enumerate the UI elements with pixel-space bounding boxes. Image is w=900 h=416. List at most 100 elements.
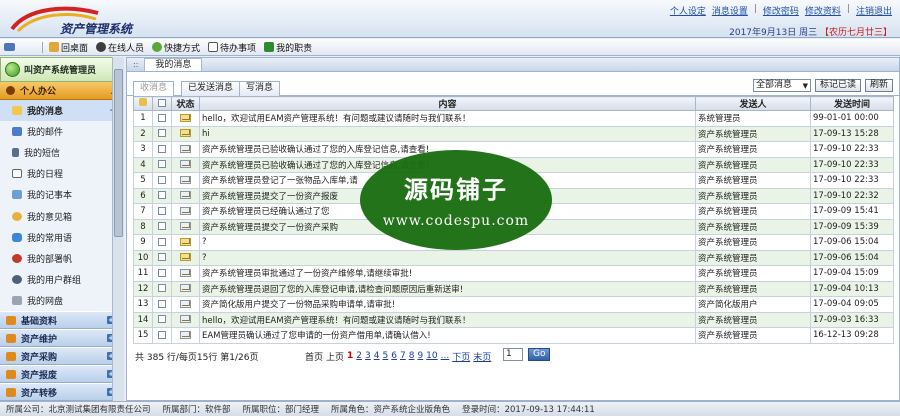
table-row[interactable]: 13 资产简化版用户提交了一份物品采购申请单,请审批! 资产简化版用户 17-09-0… bbox=[133, 296, 894, 313]
sidebar-item-my-notebook[interactable]: 我的记事本 bbox=[0, 184, 123, 205]
home-label: 回桌面 bbox=[61, 43, 89, 54]
page-link[interactable]: 1 bbox=[347, 351, 353, 361]
sidebar-item-my-feedback[interactable]: 我的意见箱 bbox=[0, 205, 123, 226]
page-link[interactable]: 9 bbox=[417, 351, 423, 361]
row-checkbox[interactable] bbox=[158, 299, 166, 308]
message-content[interactable]: hello，欢迎试用EAM资产管理系统！有问题或建议请随时与我们联系！ bbox=[199, 110, 696, 127]
toolbar-toggle[interactable] bbox=[0, 39, 40, 56]
row-checkbox[interactable] bbox=[158, 268, 166, 277]
message-content[interactable]: hi bbox=[199, 125, 696, 142]
last-page-link[interactable]: 末页 bbox=[473, 350, 491, 363]
row-checkbox[interactable] bbox=[158, 129, 166, 138]
sidebar-item-my-schedule[interactable]: 我的日程 bbox=[0, 163, 123, 184]
row-checkbox[interactable] bbox=[158, 284, 166, 293]
table-row[interactable]: 11 资产系统管理员审批通过了一份资产维修单,请继续审批! 资产系统管理员 17-09… bbox=[133, 265, 894, 282]
row-checkbox[interactable] bbox=[158, 144, 166, 153]
group-asset-purchase[interactable]: 资产采购 + bbox=[0, 347, 123, 365]
row-status-cell bbox=[171, 311, 200, 328]
page-link[interactable]: 3 bbox=[365, 351, 371, 361]
table-row[interactable]: 3 资产系统管理员已验收确认通过了您的入库登记信息,请查看! 资产系统管理员 17-0… bbox=[133, 141, 894, 158]
group-asset-transfer[interactable]: 资产转移 + bbox=[0, 383, 123, 401]
row-number: 10 bbox=[133, 249, 153, 266]
section-personal-office[interactable]: 个人办公 ▲ bbox=[0, 82, 123, 100]
page-link[interactable]: 4 bbox=[374, 351, 380, 361]
row-status-cell bbox=[171, 141, 200, 158]
tab-sent[interactable]: 已发送消息 bbox=[181, 81, 241, 96]
group-asset-scrap[interactable]: 资产报废 + bbox=[0, 365, 123, 383]
message-content[interactable]: ? bbox=[199, 249, 696, 266]
online-users-button[interactable]: 在线人员 bbox=[96, 41, 144, 54]
column-header-content[interactable]: 内容 bbox=[199, 96, 696, 111]
group-basic-data[interactable]: 基础资料 + bbox=[0, 311, 123, 329]
row-checkbox[interactable] bbox=[158, 206, 166, 215]
select-all-checkbox[interactable] bbox=[158, 99, 166, 107]
row-checkbox[interactable] bbox=[158, 160, 166, 169]
sidebar-item-my-messages[interactable]: 我的消息 bbox=[0, 100, 123, 122]
sidebar-item-my-deploy[interactable]: 我的部署帆 bbox=[0, 248, 123, 269]
page-link[interactable]: 7 bbox=[400, 351, 406, 361]
next-page-link[interactable]: 下页 bbox=[452, 350, 470, 363]
message-content[interactable]: 资产简化版用户提交了一份物品采购申请单,请审批! bbox=[199, 296, 696, 313]
row-number: 3 bbox=[133, 141, 153, 158]
column-header-status[interactable]: 状态 bbox=[171, 96, 200, 111]
logout-link[interactable]: 注销退出 bbox=[856, 4, 892, 17]
row-checkbox[interactable] bbox=[158, 315, 166, 324]
row-checkbox[interactable] bbox=[158, 191, 166, 200]
page-number-input[interactable]: 1 bbox=[503, 347, 523, 361]
mark-read-button[interactable]: 标记已读 bbox=[814, 79, 861, 92]
message-content[interactable]: 资产系统管理员审批通过了一份资产维修单,请继续审批! bbox=[199, 265, 696, 282]
message-content[interactable]: EAM管理员确认通过了您申请的一份资产借用单,请确认借入! bbox=[199, 327, 696, 344]
sidebar-item-my-user-groups[interactable]: 我的用户群组 bbox=[0, 269, 123, 290]
page-link[interactable]: 10 bbox=[426, 351, 437, 361]
sidebar-item-my-phrases[interactable]: 我的常用语 bbox=[0, 227, 123, 248]
sidebar-item-my-netdisk[interactable]: 我的网盘 bbox=[0, 290, 123, 311]
scrollbar-thumb[interactable] bbox=[114, 69, 123, 237]
my-duties-button[interactable]: 我的职责 bbox=[264, 41, 312, 54]
message-filter-select[interactable]: 全部消息 bbox=[752, 79, 811, 92]
page-link[interactable]: 6 bbox=[391, 351, 397, 361]
table-row[interactable]: 2 hi 资产系统管理员 17-09-13 15:28 bbox=[133, 125, 894, 142]
shortcuts-button[interactable]: 快捷方式 bbox=[152, 41, 200, 54]
sidebar-item-my-sms[interactable]: 我的短信 bbox=[0, 142, 123, 163]
todo-button[interactable]: 待办事项 bbox=[208, 41, 256, 54]
message-settings-link[interactable]: 消息设置 bbox=[712, 4, 748, 17]
page-link[interactable]: 2 bbox=[356, 351, 362, 361]
home-button[interactable]: 回桌面 bbox=[49, 41, 88, 54]
sidebar-item-my-mail[interactable]: 我的邮件 bbox=[0, 121, 123, 142]
message-sender: 资产系统管理员 bbox=[695, 327, 811, 344]
column-header-time[interactable]: 发送时间 bbox=[810, 96, 894, 111]
sidebar-scrollbar[interactable] bbox=[112, 57, 124, 401]
row-checkbox[interactable] bbox=[158, 237, 166, 246]
row-number: 11 bbox=[133, 265, 153, 282]
page-link[interactable]: 8 bbox=[409, 351, 415, 361]
first-page-link[interactable]: 首页 bbox=[305, 350, 323, 363]
tab-inbox[interactable]: 收消息 bbox=[133, 81, 175, 96]
column-header-sender[interactable]: 发送人 bbox=[695, 96, 811, 111]
row-checkbox[interactable] bbox=[158, 253, 166, 262]
page-link[interactable]: 5 bbox=[383, 351, 389, 361]
panel-title[interactable]: 我的消息 bbox=[144, 58, 203, 71]
personal-settings-link[interactable]: 个人设定 bbox=[670, 4, 706, 17]
tab-compose[interactable]: 写消息 bbox=[239, 81, 281, 96]
sort-column-header[interactable] bbox=[133, 96, 153, 111]
go-button[interactable]: Go bbox=[528, 347, 551, 361]
row-checkbox[interactable] bbox=[158, 175, 166, 184]
page-link[interactable]: ... bbox=[441, 351, 450, 361]
row-checkbox[interactable] bbox=[158, 113, 166, 122]
message-content[interactable]: hello，欢迎试用EAM资产管理系统！有问题或建议请随时与我们联系！ bbox=[199, 311, 696, 328]
table-row[interactable]: 15 EAM管理员确认通过了您申请的一份资产借用单,请确认借入! 资产系统管理员 16… bbox=[133, 327, 894, 344]
group-asset-maintenance[interactable]: 资产维护 + bbox=[0, 329, 123, 347]
table-row[interactable]: 1 hello，欢迎试用EAM资产管理系统！有问题或建议请随时与我们联系！ 系统管理… bbox=[133, 110, 894, 127]
table-row[interactable]: 14 hello，欢迎试用EAM资产管理系统！有问题或建议请随时与我们联系！ 资产系… bbox=[133, 311, 894, 328]
row-number: 2 bbox=[133, 125, 153, 142]
edit-profile-link[interactable]: 修改资料 bbox=[805, 4, 841, 17]
message-content[interactable]: 资产系统管理员退回了您的入库登记申请,请检查问题原因后重新送审! bbox=[199, 280, 696, 297]
table-row[interactable]: 12 资产系统管理员退回了您的入库登记申请,请检查问题原因后重新送审! 资产系统管理… bbox=[133, 280, 894, 297]
group-label: 资产采购 bbox=[21, 352, 58, 363]
change-password-link[interactable]: 修改密码 bbox=[763, 4, 799, 17]
refresh-button[interactable]: 刷新 bbox=[864, 79, 893, 92]
table-row[interactable]: 10? 资产系统管理员 17-09-06 15:04 bbox=[133, 249, 894, 266]
row-checkbox[interactable] bbox=[158, 330, 166, 339]
row-checkbox[interactable] bbox=[158, 222, 166, 231]
prev-page-link[interactable]: 上页 bbox=[326, 350, 344, 363]
